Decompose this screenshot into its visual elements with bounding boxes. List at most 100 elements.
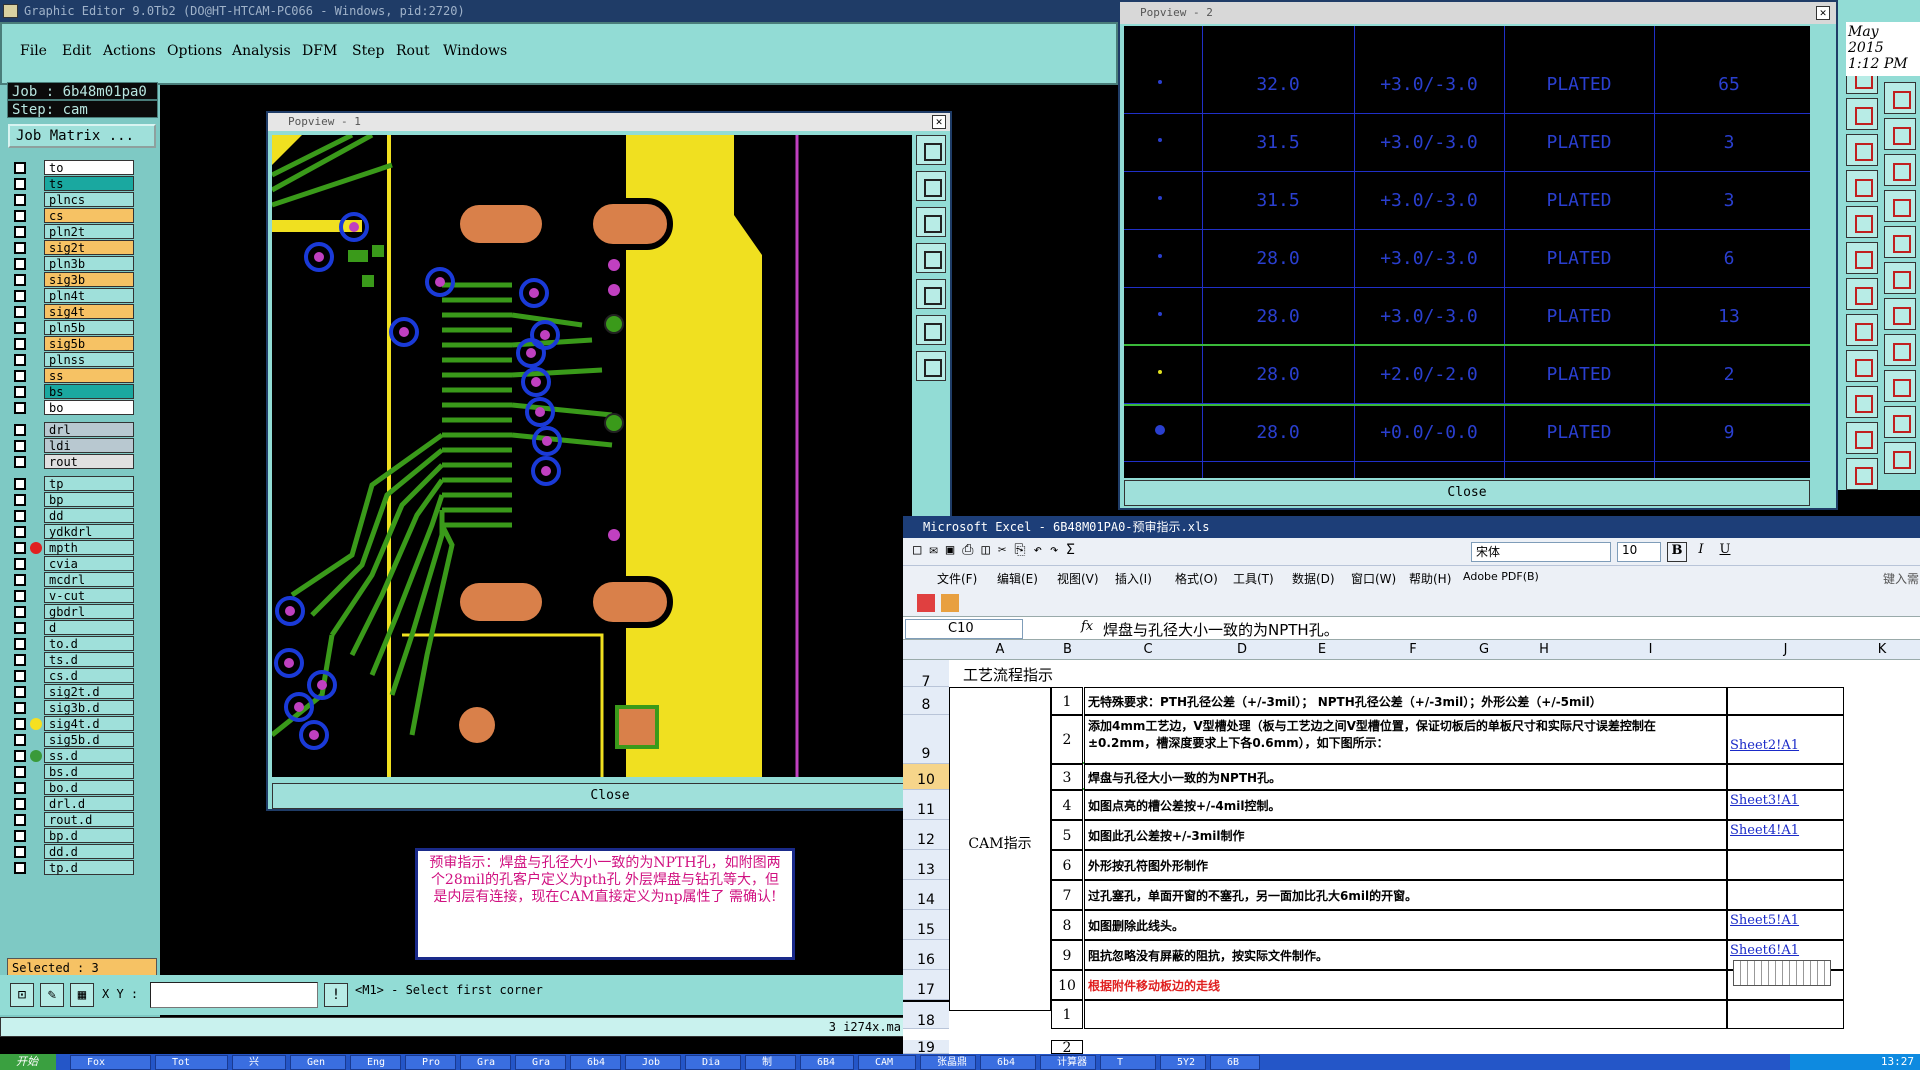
layer-checkbox[interactable]	[14, 782, 26, 794]
column-header[interactable]: H	[1514, 642, 1574, 657]
taskbar-item[interactable]: 张晶鼎	[920, 1055, 976, 1070]
standard-toolbar-icons[interactable]: □✉▣⎙◫✂⎘↶↷Σ	[913, 542, 1083, 558]
excel-menu-view[interactable]: 视图(V)	[1057, 570, 1099, 587]
layer-name[interactable]: rout	[44, 454, 134, 469]
row-number-cell[interactable]: 5	[1051, 820, 1083, 850]
layer-row[interactable]: bs.d	[8, 764, 134, 780]
layer-row[interactable]: sig3b.d	[8, 700, 134, 716]
layer-checkbox[interactable]	[14, 274, 26, 286]
excel-menu-format[interactable]: 格式(O)	[1175, 570, 1218, 587]
tool-12-icon[interactable]	[1846, 422, 1878, 454]
layer-checkbox[interactable]	[14, 178, 26, 190]
zoom-area-icon[interactable]	[916, 315, 946, 345]
underline-button[interactable]: U	[1715, 542, 1735, 562]
italic-button[interactable]: I	[1691, 542, 1711, 562]
layer-row[interactable]: ldi	[8, 438, 134, 454]
layer-checkbox[interactable]	[14, 322, 26, 334]
tool-22-icon[interactable]	[1884, 370, 1916, 402]
layer-name[interactable]: drl	[44, 422, 134, 437]
layer-row[interactable]: ss.d	[8, 748, 134, 764]
tool-15-icon[interactable]	[1884, 118, 1916, 150]
instruction-cell[interactable]: 外形按孔符图外形制作	[1084, 850, 1727, 880]
row-number-cell[interactable]: 1	[1051, 1000, 1083, 1029]
layer-row[interactable]: d	[8, 620, 134, 636]
pdf-convert-icon[interactable]	[917, 594, 935, 612]
taskbar-item[interactable]: Fox	[70, 1055, 151, 1070]
embedded-image-thumbnail[interactable]	[1733, 960, 1831, 986]
layer-row[interactable]: cvia	[8, 556, 134, 572]
popview-1-close-button[interactable]: Close	[272, 783, 948, 809]
popview-2-close-button[interactable]: Close	[1124, 480, 1810, 506]
sheet-link-cell[interactable]: Sheet2!A1	[1727, 715, 1844, 764]
layer-row[interactable]: bp	[8, 492, 134, 508]
pdf-email-icon[interactable]	[941, 594, 959, 612]
layer-row[interactable]: pln3b	[8, 256, 134, 272]
row-header[interactable]: 18	[903, 1000, 949, 1029]
layer-checkbox[interactable]	[14, 494, 26, 506]
layer-checkbox[interactable]	[14, 670, 26, 682]
layer-row[interactable]: pln4t	[8, 288, 134, 304]
layer-row[interactable]: rout	[8, 454, 134, 470]
row-number-cell[interactable]: 7	[1051, 880, 1083, 910]
sheet-link-cell[interactable]	[1727, 850, 1844, 880]
layer-checkbox[interactable]	[14, 750, 26, 762]
row-number-cell[interactable]: 9	[1051, 940, 1083, 970]
layer-name[interactable]: ts.d	[44, 652, 134, 667]
sheet-link-cell[interactable]	[1727, 1000, 1844, 1029]
menu-dfm[interactable]: DFM	[302, 43, 337, 59]
layer-name[interactable]: rout.d	[44, 812, 134, 827]
taskbar-item[interactable]: Job	[625, 1055, 681, 1070]
layer-checkbox[interactable]	[14, 526, 26, 538]
layer-row[interactable]: pln2t	[8, 224, 134, 240]
layer-checkbox[interactable]	[14, 542, 26, 554]
tool-6-icon[interactable]	[1846, 206, 1878, 238]
layer-checkbox[interactable]	[14, 456, 26, 468]
row-header[interactable]: 11	[903, 790, 949, 820]
zoom-tool-icon[interactable]: ⊡	[10, 983, 34, 1007]
taskbar-item[interactable]: Gra	[515, 1055, 566, 1070]
popview-1-close-icon[interactable]: ✕	[932, 115, 946, 129]
layer-row[interactable]: mpth	[8, 540, 134, 556]
layer-name[interactable]: gbdrl	[44, 604, 134, 619]
layer-row[interactable]: bs	[8, 384, 134, 400]
column-header[interactable]: I	[1574, 642, 1727, 657]
column-header[interactable]: C	[1084, 642, 1212, 657]
pan-left-icon[interactable]	[916, 243, 946, 273]
sheet-link-cell[interactable]: Sheet3!A1	[1727, 790, 1844, 820]
taskbar-item[interactable]: Gra	[460, 1055, 511, 1070]
layer-checkbox[interactable]	[14, 830, 26, 842]
layer-row[interactable]: tp.d	[8, 860, 134, 876]
layer-row[interactable]: dd	[8, 508, 134, 524]
cam-label-cell[interactable]: CAM指示	[949, 687, 1051, 1011]
taskbar-item[interactable]: 兴	[232, 1055, 286, 1070]
formula-content[interactable]: 焊盘与孔径大小一致的为NPTH孔。	[1103, 619, 1339, 640]
layer-name[interactable]: bo	[44, 400, 134, 415]
drill-table-row[interactable]: 28.0 +2.0/-2.0 PLATED 2	[1124, 344, 1810, 406]
sheet-link-cell[interactable]	[1727, 764, 1844, 790]
layer-checkbox[interactable]	[14, 402, 26, 414]
tool-13-icon[interactable]	[1846, 458, 1878, 490]
tool-19-icon[interactable]	[1884, 262, 1916, 294]
tool-10-icon[interactable]	[1846, 350, 1878, 382]
layer-name[interactable]: to.d	[44, 636, 134, 651]
help-search-hint[interactable]: 键入需	[1883, 570, 1919, 587]
layer-checkbox[interactable]	[14, 798, 26, 810]
fit-view-icon[interactable]	[916, 135, 946, 165]
layer-row[interactable]: bo	[8, 400, 134, 416]
layer-name[interactable]: sig5b	[44, 336, 134, 351]
layer-row[interactable]: plncs	[8, 192, 134, 208]
layer-name[interactable]: sig2t.d	[44, 684, 134, 699]
layer-row[interactable]: gbdrl	[8, 604, 134, 620]
drill-table-row[interactable]: 31.5 +3.0/-3.0 PLATED 3	[1124, 114, 1810, 172]
row-header[interactable]: 19	[903, 1040, 949, 1054]
menu-actions[interactable]: Actions	[103, 43, 156, 59]
layer-row[interactable]: sig2t.d	[8, 684, 134, 700]
instruction-cell[interactable]: 根据附件移动板边的走线	[1084, 970, 1727, 1000]
layer-checkbox[interactable]	[14, 354, 26, 366]
popview-2-close-icon[interactable]: ✕	[1816, 6, 1830, 20]
instruction-cell[interactable]: 如图点亮的槽公差按+/-4mil控制。	[1084, 790, 1727, 820]
excel-menu-help[interactable]: 帮助(H)	[1409, 570, 1451, 587]
layer-name[interactable]: tp	[44, 476, 134, 491]
zoom-in-icon[interactable]	[916, 171, 946, 201]
row-header[interactable]: 7	[903, 660, 949, 690]
